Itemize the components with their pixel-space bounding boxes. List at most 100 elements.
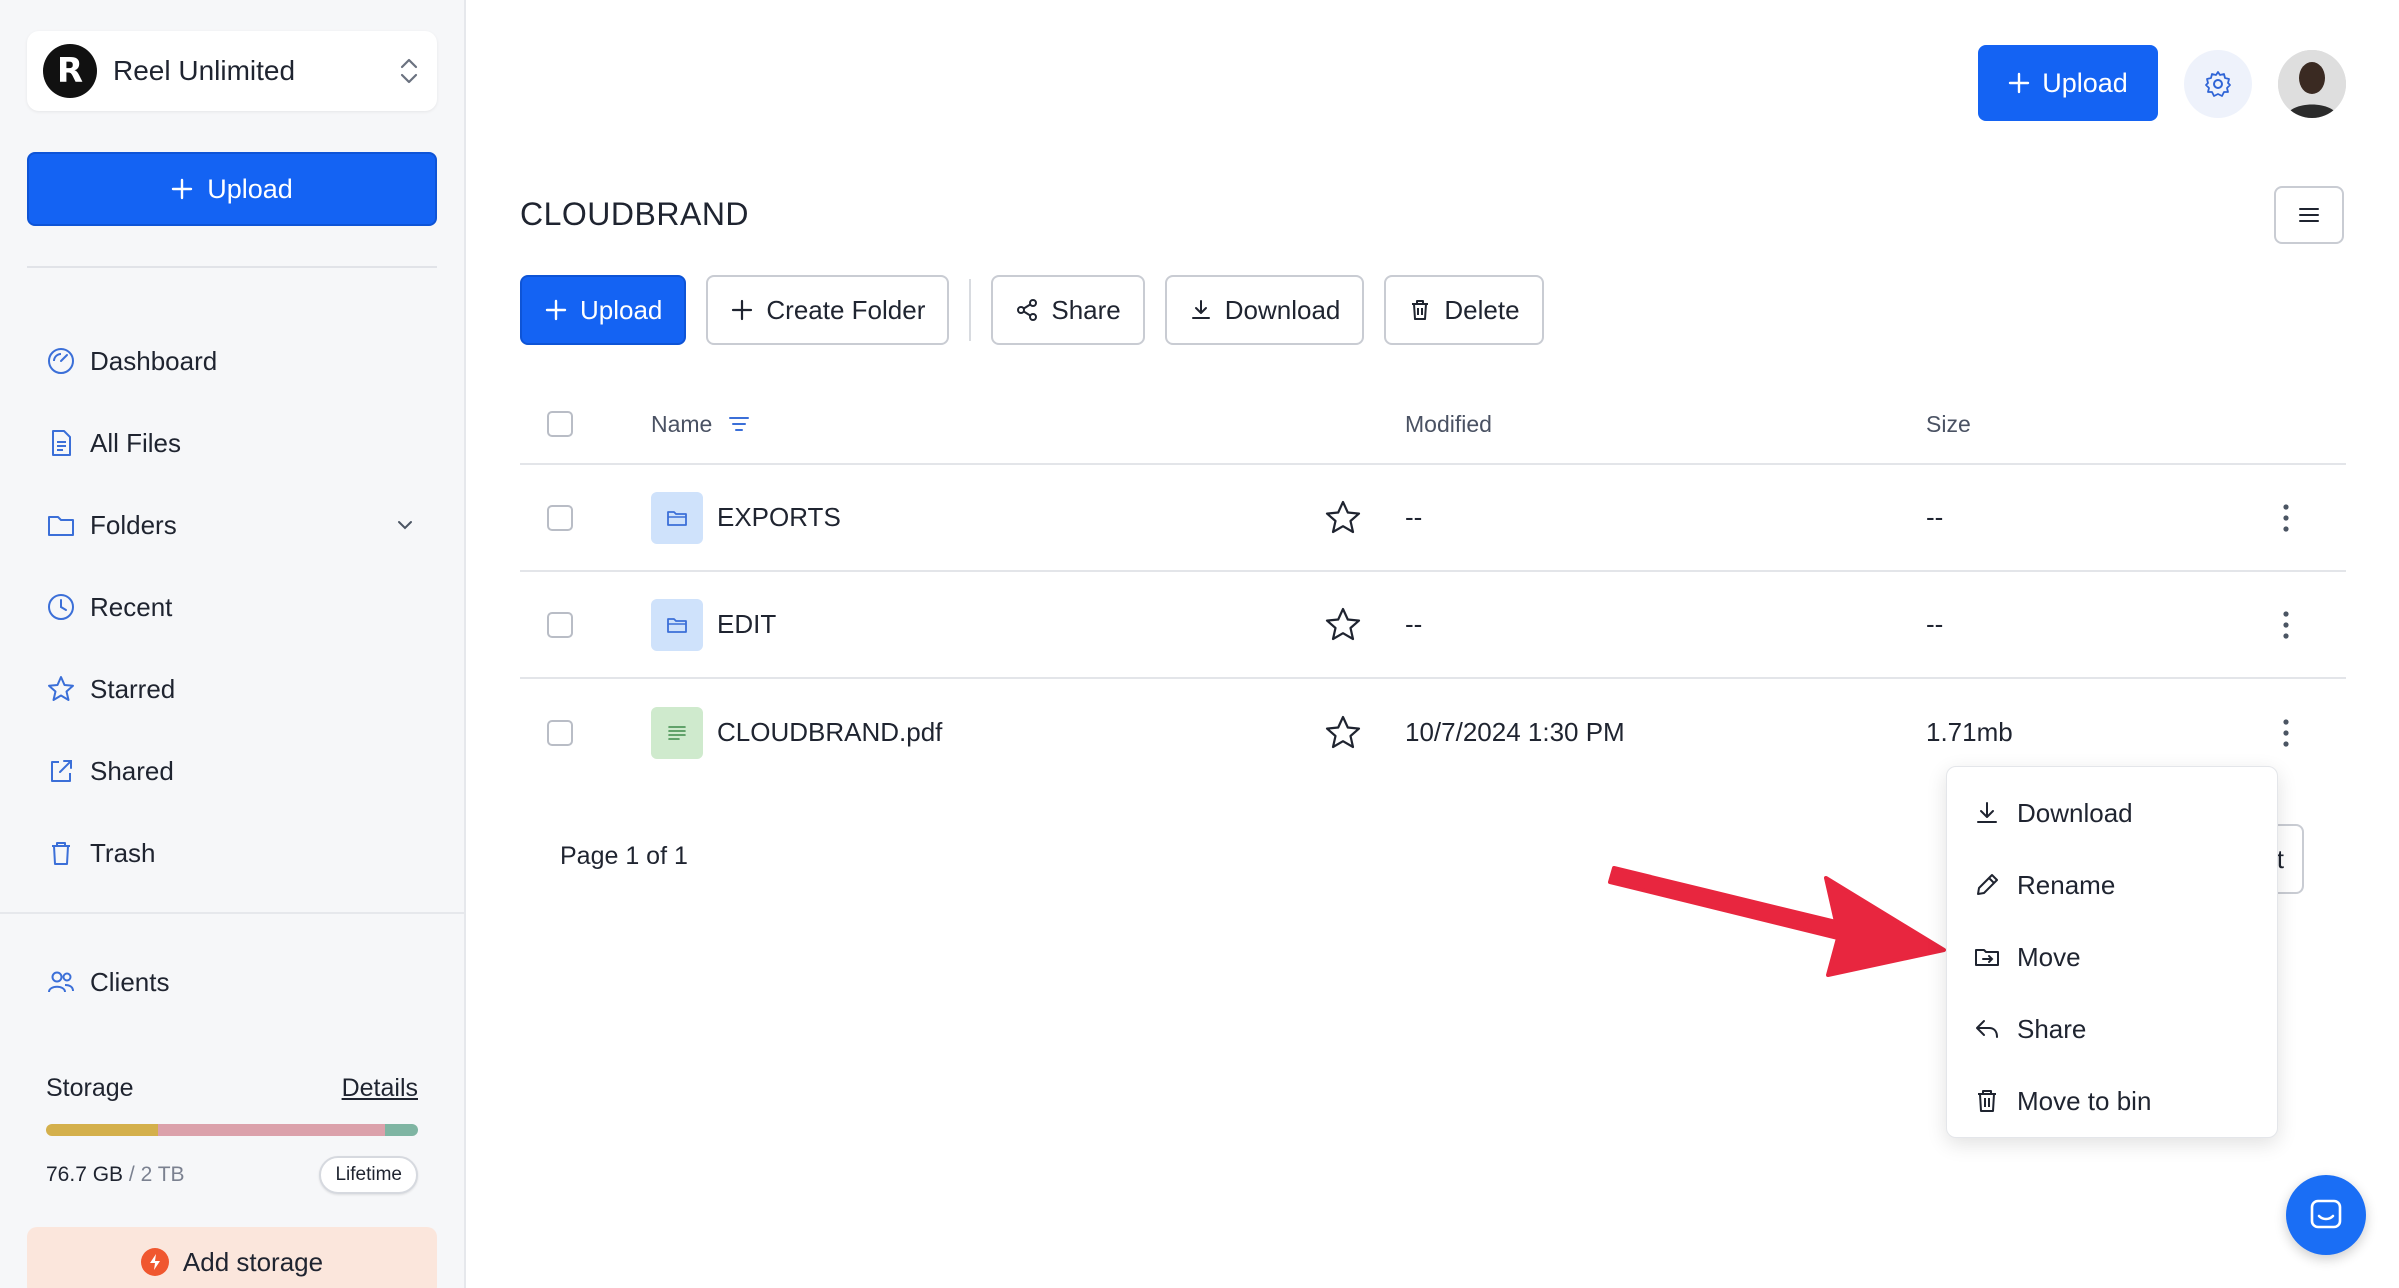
clock-icon xyxy=(48,594,74,620)
star-icon[interactable] xyxy=(1321,603,1365,647)
sidebar-item-label: Recent xyxy=(90,591,173,622)
move-folder-icon xyxy=(1975,949,1999,966)
sidebar-item-label: Dashboard xyxy=(90,345,218,376)
column-header-size[interactable]: Size xyxy=(1926,411,2226,438)
sidebar-item-label: Trash xyxy=(90,837,156,868)
row-select-cell xyxy=(520,611,651,638)
share-button[interactable]: Share xyxy=(991,275,1145,345)
sidebar-item-clients[interactable]: Clients xyxy=(46,941,169,1023)
plus-icon xyxy=(545,299,567,321)
avatar[interactable] xyxy=(2278,50,2346,118)
star-icon[interactable] xyxy=(1321,711,1365,755)
storage-label: Storage xyxy=(46,1074,134,1102)
settings-button[interactable] xyxy=(2184,50,2252,118)
star-icon[interactable] xyxy=(1321,496,1365,540)
row-checkbox[interactable] xyxy=(547,504,573,531)
sidebar-item-label: Starred xyxy=(90,673,176,704)
sidebar-item-starred[interactable]: Starred xyxy=(46,648,426,730)
row-actions-button[interactable] xyxy=(2226,503,2346,533)
sidebar-item-trash[interactable]: Trash xyxy=(46,812,426,894)
column-header-modified[interactable]: Modified xyxy=(1405,411,1926,438)
row-actions-button[interactable] xyxy=(2226,718,2346,748)
pagination-text: Page 1 of 1 xyxy=(560,842,688,870)
folder-icon xyxy=(651,598,703,651)
row-actions-button[interactable] xyxy=(2226,610,2346,640)
size-cell: 1.71mb xyxy=(1926,717,2013,747)
storage-header: Storage Details xyxy=(46,1074,418,1103)
create-folder-button[interactable]: Create Folder xyxy=(706,275,950,345)
add-storage-button[interactable]: Add storage xyxy=(27,1227,437,1288)
storage-total: / 2 TB xyxy=(128,1163,185,1186)
download-icon xyxy=(1977,802,1997,823)
trash-icon xyxy=(1412,300,1429,320)
storage-details-link[interactable]: Details xyxy=(342,1074,418,1103)
chat-launcher-button[interactable] xyxy=(2286,1175,2366,1255)
upload-label: Upload xyxy=(580,294,663,325)
file-name[interactable]: EXPORTS xyxy=(717,502,1321,533)
share-label: Share xyxy=(1051,294,1121,325)
table-row[interactable]: EXPORTS -- -- xyxy=(520,465,2346,572)
file-name[interactable]: CLOUDBRAND.pdf xyxy=(717,717,1321,748)
sidebar-item-dashboard[interactable]: Dashboard xyxy=(46,320,426,402)
menu-item-share[interactable]: Share xyxy=(1947,993,2277,1065)
sort-icon[interactable] xyxy=(726,411,752,437)
sidebar-item-label: All Files xyxy=(90,427,182,458)
storage-used-value: 76.7 GB xyxy=(46,1163,124,1186)
sidebar-upload-label: Upload xyxy=(207,173,293,204)
sidebar-item-recent[interactable]: Recent xyxy=(46,566,426,648)
name-column-header[interactable]: Name xyxy=(651,411,1405,438)
chat-icon xyxy=(2310,1199,2342,1229)
folder-icon xyxy=(651,491,703,544)
sidebar-item-all-files[interactable]: All Files xyxy=(46,402,426,484)
download-button[interactable]: Download xyxy=(1164,275,1365,345)
sidebar-item-label: Shared xyxy=(90,755,174,786)
table-header: Name Modified Size xyxy=(520,385,2346,465)
sidebar-item-folders[interactable]: Folders xyxy=(46,484,426,566)
share-nodes-icon xyxy=(1017,299,1038,321)
bolt-icon xyxy=(140,1248,169,1276)
modified-cell: 10/7/2024 1:30 PM xyxy=(1405,717,1625,747)
toolbar: Upload Create Folder Share Download Dele… xyxy=(520,275,1564,345)
chevron-up-down-icon xyxy=(400,58,418,84)
workspace-logo: R xyxy=(43,44,97,98)
menu-item-download[interactable]: Download xyxy=(1947,777,2277,849)
workspace-switcher[interactable]: R Reel Unlimited xyxy=(27,31,437,111)
menu-item-rename[interactable]: Rename xyxy=(1947,849,2277,921)
size-cell: -- xyxy=(1926,502,1944,532)
table-row[interactable]: EDIT -- -- xyxy=(520,572,2346,679)
delete-button[interactable]: Delete xyxy=(1384,275,1544,345)
name-cell: EXPORTS xyxy=(651,491,1405,544)
gear-icon xyxy=(2205,71,2231,97)
reply-share-icon xyxy=(1976,1020,1998,1038)
menu-item-label: Move to bin xyxy=(2017,1085,2152,1116)
row-checkbox[interactable] xyxy=(547,719,573,746)
modified-cell: -- xyxy=(1405,502,1423,532)
menu-item-move[interactable]: Move xyxy=(1947,921,2277,993)
menu-item-move-to-bin[interactable]: Move to bin xyxy=(1947,1065,2277,1137)
pencil-icon xyxy=(1977,874,1998,895)
header-upload-button[interactable]: Upload xyxy=(1978,45,2158,121)
create-folder-label: Create Folder xyxy=(766,294,926,325)
user-photo-icon xyxy=(2278,50,2346,118)
menu-item-label: Move xyxy=(2017,941,2081,972)
row-checkbox[interactable] xyxy=(547,611,573,638)
sidebar-upload-button[interactable]: Upload xyxy=(27,152,437,226)
dashboard-icon xyxy=(48,348,74,374)
file-name[interactable]: EDIT xyxy=(717,609,1321,640)
share-icon xyxy=(51,760,72,782)
view-menu-button[interactable] xyxy=(2274,186,2344,244)
sidebar-item-shared[interactable]: Shared xyxy=(46,730,426,812)
star-icon xyxy=(48,676,74,701)
upload-button[interactable]: Upload xyxy=(520,275,687,345)
sidebar-divider xyxy=(0,912,466,914)
sidebar-item-label: Folders xyxy=(90,509,177,540)
kebab-icon xyxy=(2283,718,2289,747)
file-table: Name Modified Size EXPORTS -- -- EDIT --… xyxy=(520,385,2346,786)
row-select-cell xyxy=(520,719,651,746)
chevron-down-icon[interactable] xyxy=(394,514,416,536)
menu-item-label: Rename xyxy=(2017,869,2116,900)
trash-icon xyxy=(1978,1090,1996,1112)
select-all-checkbox[interactable] xyxy=(547,411,573,437)
file-icon xyxy=(52,430,71,456)
name-cell: CLOUDBRAND.pdf xyxy=(651,706,1405,759)
